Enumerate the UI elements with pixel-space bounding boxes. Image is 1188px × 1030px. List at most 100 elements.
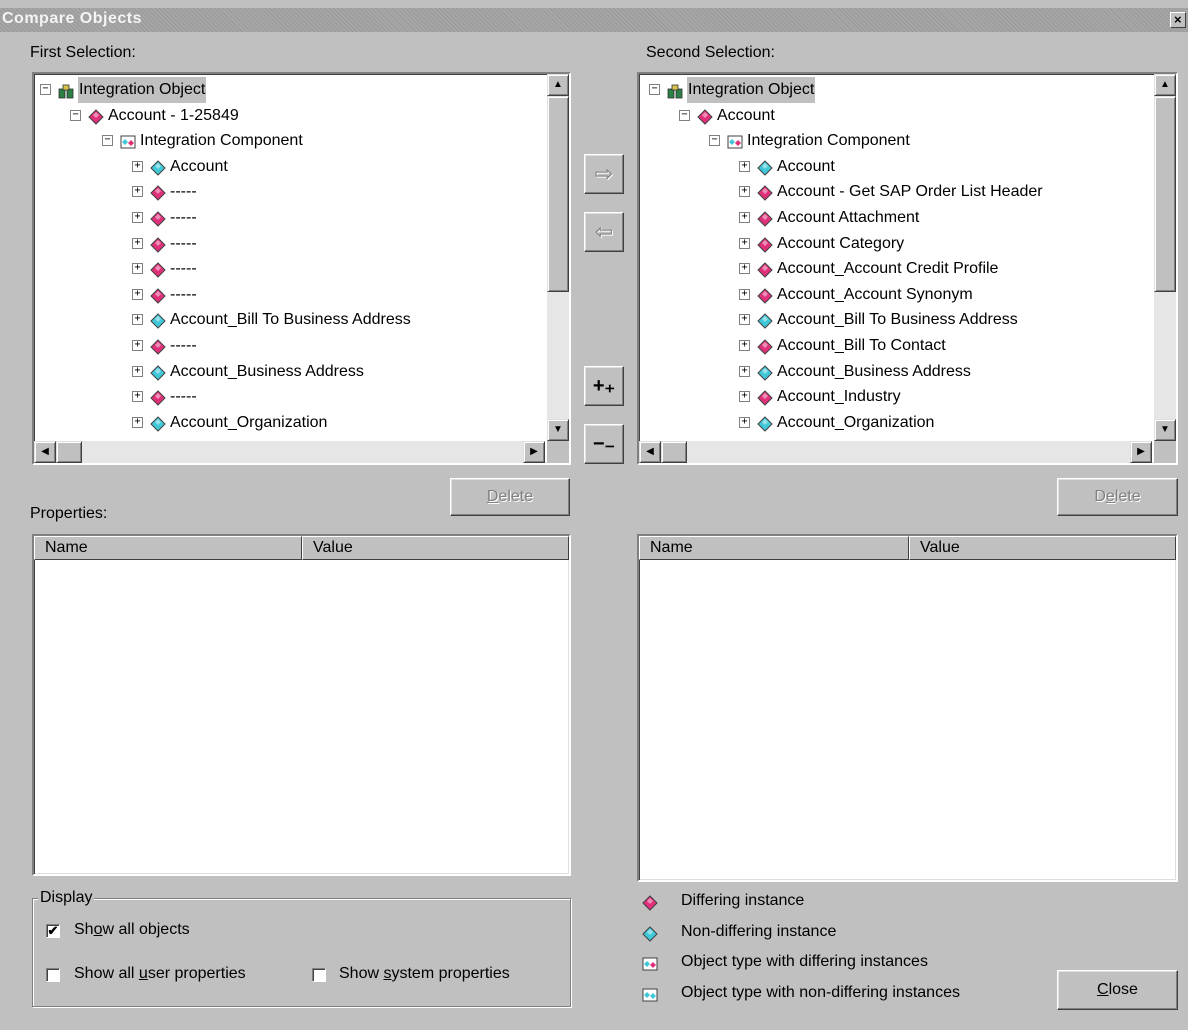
show-all-user-properties-checkbox[interactable] <box>46 968 60 982</box>
tree-item[interactable]: + Account_Account Synonym <box>639 282 1152 308</box>
first-tree-vscroll[interactable]: ▲ ▼ <box>547 74 569 441</box>
expand-icon[interactable]: + <box>739 416 750 428</box>
first-properties-list[interactable]: Name Value <box>32 534 571 876</box>
name-column-header[interactable]: Name <box>34 536 302 560</box>
scroll-right-icon[interactable]: ▶ <box>1130 441 1152 463</box>
expand-icon[interactable]: + <box>132 237 143 249</box>
collapse-icon[interactable]: − <box>649 84 660 95</box>
expand-icon[interactable]: + <box>739 237 750 249</box>
differing-instance-icon <box>757 338 773 355</box>
tree-item[interactable]: + ----- <box>34 256 545 282</box>
expand-icon[interactable]: + <box>132 391 143 403</box>
expand-icon[interactable]: + <box>739 340 750 351</box>
tree-item[interactable]: + Account <box>639 154 1152 180</box>
delete-first-button[interactable]: Delete <box>450 478 570 516</box>
show-system-properties-checkbox[interactable] <box>312 968 326 982</box>
name-column-header[interactable]: Name <box>639 536 909 560</box>
copy-right-button[interactable]: ⇨ <box>584 154 624 194</box>
expand-all-button[interactable]: +₊ <box>584 366 624 406</box>
scroll-down-icon[interactable]: ▼ <box>547 419 569 441</box>
expand-icon[interactable]: + <box>739 391 750 403</box>
collapse-all-button[interactable]: −₋ <box>584 424 624 464</box>
expand-icon[interactable]: + <box>739 212 750 223</box>
object-type-non-differing-icon <box>642 987 658 1008</box>
tree-item[interactable]: − Integration Object <box>34 77 545 103</box>
expand-icon[interactable]: + <box>132 314 143 326</box>
expand-icon[interactable]: + <box>739 314 750 326</box>
tree-item[interactable]: + ----- <box>34 179 545 205</box>
show-all-objects-label[interactable]: Show all objects <box>74 921 190 939</box>
scroll-thumb[interactable] <box>1154 96 1176 292</box>
hscroll-thumb[interactable] <box>661 441 687 463</box>
scroll-left-icon[interactable]: ◀ <box>639 441 661 463</box>
tree-item[interactable]: + Account_Bill To Business Address <box>639 307 1152 333</box>
tree-item[interactable]: − Integration Component <box>639 128 1152 154</box>
scroll-up-icon[interactable]: ▲ <box>1154 74 1176 96</box>
first-tree-hscroll[interactable]: ◀ ▶ <box>34 441 545 463</box>
tree-item[interactable]: + Account_Organization <box>639 410 1152 436</box>
tree-item[interactable]: + ----- <box>34 205 545 231</box>
tree-item[interactable]: + ----- <box>34 333 545 359</box>
copy-left-button[interactable]: ⇦ <box>584 212 624 252</box>
tree-item[interactable]: + Account Category <box>639 231 1152 257</box>
tree-item-label: Account - Get SAP Order List Header <box>777 183 1043 201</box>
expand-icon[interactable]: + <box>132 263 143 275</box>
non-differing-instance-icon <box>757 364 773 381</box>
show-system-properties-label[interactable]: Show system properties <box>339 965 510 983</box>
collapse-icon[interactable]: − <box>40 84 51 95</box>
close-button[interactable]: Close <box>1057 970 1178 1010</box>
expand-icon[interactable]: + <box>739 263 750 275</box>
scroll-right-icon[interactable]: ▶ <box>523 441 545 463</box>
first-selection-tree[interactable]: − Integration Object − Account - 1-25849 − In… <box>32 72 571 465</box>
scroll-left-icon[interactable]: ◀ <box>34 441 56 463</box>
second-tree-hscroll[interactable]: ◀ ▶ <box>639 441 1152 463</box>
scroll-thumb[interactable] <box>547 96 569 292</box>
value-column-header[interactable]: Value <box>302 536 569 560</box>
hscroll-thumb[interactable] <box>56 441 82 463</box>
expand-icon[interactable]: + <box>739 365 750 377</box>
tree-item[interactable]: + Account_Bill To Business Address <box>34 307 545 333</box>
show-all-user-properties-label[interactable]: Show all user properties <box>74 965 246 983</box>
tree-item[interactable]: + Account_Bill To Contact <box>639 333 1152 359</box>
tree-item[interactable]: + Account_Industry <box>639 384 1152 410</box>
value-column-header[interactable]: Value <box>909 536 1176 560</box>
tree-item[interactable]: − Integration Component <box>34 128 545 154</box>
tree-item[interactable]: + ----- <box>34 231 545 257</box>
scroll-down-icon[interactable]: ▼ <box>1154 419 1176 441</box>
tree-item[interactable]: + ----- <box>34 384 545 410</box>
expand-icon[interactable]: + <box>132 340 143 351</box>
tree-item[interactable]: + Account - Get SAP Order List Header <box>639 179 1152 205</box>
expand-icon[interactable]: + <box>132 288 143 300</box>
second-properties-list[interactable]: Name Value <box>637 534 1178 882</box>
expand-icon[interactable]: + <box>132 365 143 377</box>
collapse-icon[interactable]: − <box>70 109 81 121</box>
close-window-button[interactable]: × <box>1170 12 1186 28</box>
expand-icon[interactable]: + <box>739 288 750 300</box>
tree-item[interactable]: + Account_Business Address <box>34 359 545 385</box>
tree-item[interactable]: − Integration Object <box>639 77 1152 103</box>
tree-item[interactable]: + Account_Account Credit Profile <box>639 256 1152 282</box>
expand-icon[interactable]: + <box>132 160 143 172</box>
expand-icon[interactable]: + <box>132 212 143 223</box>
tree-item[interactable]: + Account <box>34 154 545 180</box>
collapse-icon[interactable]: − <box>102 135 113 147</box>
second-selection-tree[interactable]: − Integration Object − Account − Integration … <box>637 72 1178 465</box>
collapse-icon[interactable]: − <box>679 109 690 121</box>
tree-item[interactable]: + Account_Business Address <box>639 359 1152 385</box>
expand-icon[interactable]: + <box>132 186 143 198</box>
tree-item[interactable]: + Account_Organization <box>34 410 545 436</box>
delete-second-button[interactable]: Delete <box>1057 478 1178 516</box>
show-all-objects-checkbox[interactable]: ✔ <box>46 924 60 938</box>
tree-item[interactable]: − Account - 1-25849 <box>34 103 545 129</box>
scroll-up-icon[interactable]: ▲ <box>547 74 569 96</box>
tree-item[interactable]: + Account Attachment <box>639 205 1152 231</box>
expand-icon[interactable]: + <box>739 186 750 198</box>
tree-item-label: Account_Organization <box>777 413 935 431</box>
expand-icon[interactable]: + <box>739 160 750 172</box>
tree-item-label: Account_Bill To Business Address <box>777 311 1018 329</box>
expand-icon[interactable]: + <box>132 416 143 428</box>
second-tree-vscroll[interactable]: ▲ ▼ <box>1154 74 1176 441</box>
tree-item[interactable]: − Account <box>639 103 1152 129</box>
tree-item[interactable]: + ----- <box>34 282 545 308</box>
collapse-icon[interactable]: − <box>709 135 720 147</box>
